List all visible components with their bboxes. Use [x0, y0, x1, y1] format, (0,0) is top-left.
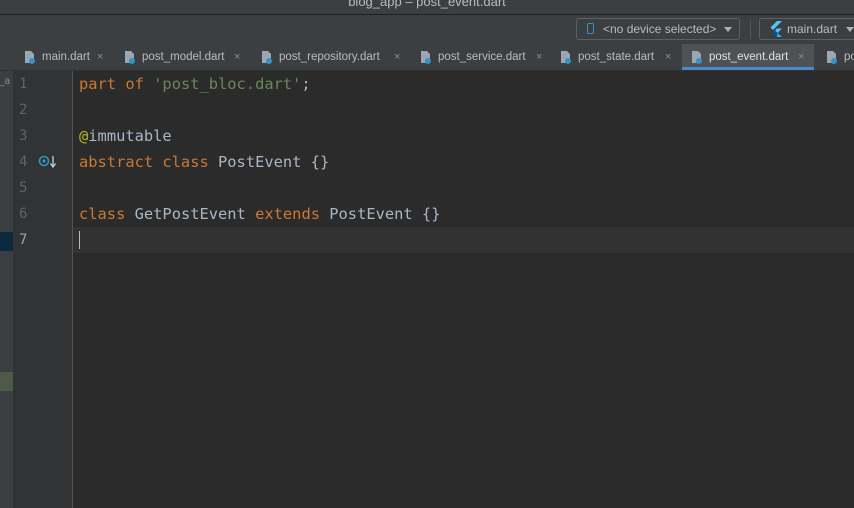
tab-post-service-dart[interactable]: post_service.dart ×	[420, 44, 550, 70]
device-selector[interactable]: <no device selected>	[576, 18, 740, 40]
punctuation: ;	[301, 75, 311, 93]
current-line-highlight	[13, 227, 854, 253]
tab-label: post_repository.dart	[279, 51, 380, 63]
code-line-1[interactable]: part of 'post_bloc.dart';	[79, 71, 311, 97]
close-icon[interactable]: ×	[798, 44, 804, 70]
scroll-marker	[0, 232, 13, 251]
line-number: 4	[19, 154, 28, 170]
annotation-symbol: @	[79, 127, 89, 145]
dart-file-icon	[561, 51, 571, 64]
close-icon[interactable]: ×	[665, 44, 671, 70]
toolbar-separator	[750, 20, 751, 39]
code-line-4[interactable]: abstract class PostEvent {}	[79, 149, 329, 175]
window-title: blog_app – post_event.dart	[348, 0, 506, 9]
code-line-3[interactable]: @immutable	[79, 123, 172, 149]
flutter-icon	[770, 21, 782, 37]
phone-icon	[587, 23, 594, 34]
text-cursor	[79, 231, 80, 249]
device-selector-label: <no device selected>	[603, 22, 717, 36]
line-number: 2	[19, 102, 28, 118]
keyword: extends	[255, 205, 320, 223]
line-number: 6	[19, 206, 28, 222]
run-configuration-selector[interactable]: main.dart	[759, 18, 854, 40]
tab-label: post_service.dart	[438, 51, 526, 63]
implemented-by-icon[interactable]	[38, 154, 58, 170]
dart-file-icon	[692, 51, 702, 64]
run-configuration-label: main.dart	[787, 22, 838, 36]
tab-label: main.dart	[42, 51, 90, 63]
tab-label: post_model.dart	[142, 51, 225, 63]
tab-post-model-dart[interactable]: post_model.dart ×	[124, 44, 250, 70]
dart-file-icon	[421, 51, 431, 64]
keyword: part of	[79, 75, 144, 93]
chevron-down-icon	[724, 27, 732, 32]
tab-overflow[interactable]: po	[826, 44, 854, 70]
superclass: PostEvent {}	[329, 205, 441, 223]
tab-label: post_state.dart	[578, 51, 655, 63]
dart-file-icon	[25, 51, 35, 64]
dart-file-icon	[125, 51, 135, 64]
annotation-name: immutable	[88, 127, 172, 145]
close-icon[interactable]: ×	[536, 44, 542, 70]
window-titlebar: blog_app – post_event.dart	[0, 0, 854, 14]
line-number: 1	[19, 76, 28, 92]
dart-file-icon	[262, 51, 272, 64]
gutter-divider	[72, 71, 73, 508]
keyword: class	[79, 205, 126, 223]
dart-file-icon	[827, 51, 837, 64]
class-declaration: PostEvent {}	[218, 153, 330, 171]
tab-post-repository-dart[interactable]: post_repository.dart ×	[261, 44, 409, 70]
chevron-down-icon	[846, 27, 854, 32]
close-icon[interactable]: ×	[394, 44, 400, 70]
class-name: GetPostEvent	[134, 205, 246, 223]
string-literal: 'post_bloc.dart'	[153, 75, 302, 93]
main-toolbar: <no device selected> main.dart	[0, 15, 854, 44]
project-panel-label: _a	[0, 76, 11, 87]
line-number: 3	[19, 128, 28, 144]
keyword: abstract class	[79, 153, 209, 171]
tab-label: post_event.dart	[709, 51, 789, 63]
tab-main-dart[interactable]: main.dart ×	[24, 44, 113, 70]
close-icon[interactable]: ×	[97, 44, 103, 70]
tab-post-event-dart[interactable]: post_event.dart ×	[682, 44, 814, 70]
scroll-marker	[0, 372, 13, 391]
editor-tab-bar: main.dart × post_model.dart × post_repos…	[0, 44, 854, 71]
line-number-current: 7	[19, 232, 28, 248]
close-icon[interactable]: ×	[234, 44, 240, 70]
left-tool-strip: _a	[0, 71, 13, 508]
tab-post-state-dart[interactable]: post_state.dart ×	[560, 44, 678, 70]
tab-label: po	[844, 51, 854, 63]
code-line-6[interactable]: class GetPostEvent extends PostEvent {}	[79, 201, 440, 227]
line-number: 5	[19, 180, 28, 196]
